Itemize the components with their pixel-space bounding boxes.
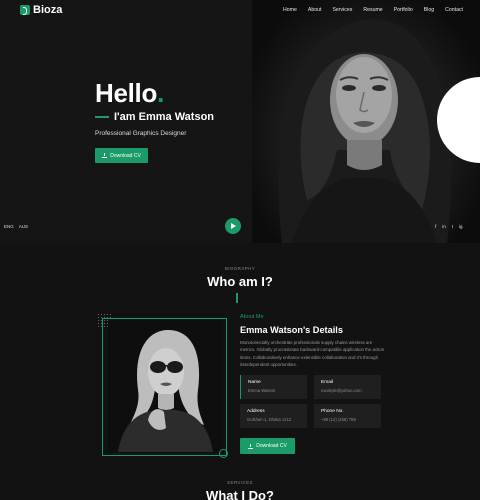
- info-label: Name: [248, 380, 261, 385]
- info-card-phone: Phone No. +88 (12) (456) 789: [314, 404, 381, 428]
- nav-item-contact[interactable]: Contact: [445, 7, 463, 13]
- title-divider: [236, 293, 238, 303]
- hero-name-dash: [95, 116, 109, 118]
- language-switcher: ENG AUS: [4, 224, 28, 229]
- hero-download-cv-label: Download CV: [110, 152, 141, 159]
- logo-icon: [20, 5, 30, 15]
- details-title: Emma Watson's Details: [240, 325, 343, 335]
- bio-download-cv-label: Download CV: [256, 443, 287, 449]
- about-portrait-photo: [108, 320, 223, 452]
- info-label: Address: [247, 409, 265, 414]
- lang-eng[interactable]: ENG: [4, 224, 14, 229]
- twitter-icon[interactable]: t: [452, 224, 453, 229]
- services-kicker: SERVICES: [227, 480, 253, 485]
- brand-logo[interactable]: Bioza: [20, 4, 62, 16]
- decorative-ring: [219, 449, 228, 458]
- linkedin-icon[interactable]: in: [442, 224, 446, 229]
- play-video-button[interactable]: [225, 218, 241, 234]
- top-navbar: Bioza Home About Services Resume Portfol…: [0, 0, 480, 22]
- info-card-email: Email example@yahoo.com: [314, 375, 381, 399]
- hero-name: I'am Emma Watson: [114, 111, 215, 123]
- nav-item-home[interactable]: Home: [283, 7, 297, 13]
- info-label: Email: [321, 380, 333, 385]
- info-label: Phone No.: [321, 409, 344, 414]
- logo-text: Bioza: [33, 4, 63, 16]
- info-value: Gulshan-1, Dhaka 1212: [247, 417, 292, 422]
- info-value: Emma Watson: [248, 388, 276, 393]
- info-card-address: Address Gulshan-1, Dhaka 1212: [240, 404, 307, 428]
- hero-role: Professional Graphics Designer: [95, 130, 187, 137]
- nav-item-portfolio[interactable]: Portfolio: [394, 7, 413, 13]
- nav-item-blog[interactable]: Blog: [424, 7, 434, 13]
- about-me-label: About Me: [240, 314, 264, 320]
- info-value: example@yahoo.com: [321, 388, 362, 393]
- instagram-icon[interactable]: ig: [459, 224, 463, 229]
- info-card-name: Name Emma Watson: [240, 375, 307, 399]
- bio-download-cv-button[interactable]: Download CV: [240, 438, 295, 454]
- nav-item-services[interactable]: Services: [332, 7, 352, 13]
- biography-kicker: BIOGRAPHY: [224, 266, 256, 271]
- facebook-icon[interactable]: f: [435, 224, 436, 229]
- hero-greeting-dot: .: [157, 78, 165, 108]
- hero-name-line: I'am Emma Watson: [95, 111, 214, 123]
- hero-greeting-text: Hello: [95, 78, 158, 108]
- bio-paragraph: Monotonectally orchestrate professionals…: [240, 340, 385, 367]
- hero-download-cv-button[interactable]: Download CV: [95, 148, 148, 163]
- download-icon: [102, 153, 108, 158]
- nav-item-resume[interactable]: Resume: [363, 7, 382, 13]
- services-title: What I Do?: [206, 488, 274, 500]
- biography-title: Who am I?: [207, 274, 273, 289]
- info-value: +88 (12) (456) 789: [321, 417, 356, 422]
- nav-menu: Home About Services Resume Portfolio Blo…: [272, 7, 463, 13]
- download-icon: [248, 443, 254, 449]
- social-links: f in t ig: [435, 224, 463, 229]
- hero-greeting: Hello.: [95, 78, 164, 109]
- nav-item-about[interactable]: About: [308, 7, 322, 13]
- hero-section: Bioza Home About Services Resume Portfol…: [0, 0, 480, 243]
- lang-aus[interactable]: AUS: [19, 224, 28, 229]
